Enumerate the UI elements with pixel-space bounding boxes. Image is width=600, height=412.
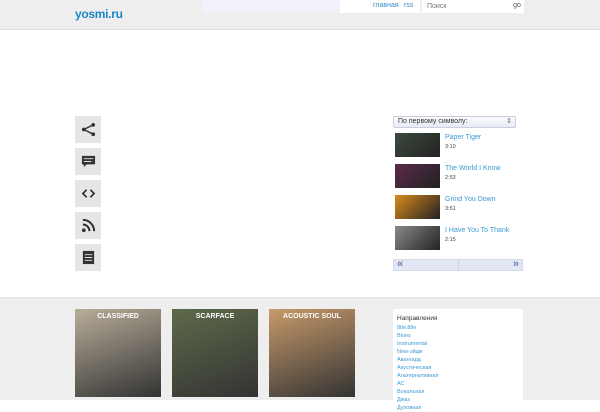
album-cover[interactable]: ACOUSTIC SOUL [269, 309, 355, 397]
comment-button[interactable] [75, 148, 101, 175]
track-item[interactable]: Paper Tiger 3:10 [393, 133, 516, 159]
share-icon [81, 122, 95, 137]
top-nav: главная rss [340, 0, 420, 13]
track-thumbnail[interactable] [395, 133, 440, 157]
album-cover-title: SCARFACE [195, 313, 235, 320]
genre-link[interactable]: 8tle,8tle [397, 324, 519, 332]
next-page-button[interactable]: » [513, 258, 519, 270]
track-item[interactable]: I Have You To Thank 2:15 [393, 226, 516, 252]
genre-link[interactable]: Альтернативная [397, 372, 519, 380]
share-button[interactable] [75, 116, 101, 143]
prev-page-button[interactable]: « [397, 258, 403, 270]
track-thumbnail[interactable] [395, 164, 440, 188]
track-duration: 3:51 [445, 206, 456, 212]
track-duration: 2:53 [445, 175, 456, 181]
track-thumbnail[interactable] [395, 226, 440, 250]
nav-rss[interactable]: rss [404, 2, 413, 9]
genre-link[interactable]: New-эйдж [397, 348, 519, 356]
genre-link[interactable]: Blues [397, 332, 519, 340]
genre-link[interactable]: Джаз [397, 396, 519, 404]
document-icon [82, 250, 94, 265]
rss-button[interactable] [75, 212, 101, 239]
footer-section: CLASSIFIED SCARFACE ACOUSTIC SOUL Направле… [0, 297, 600, 411]
comment-icon [81, 155, 95, 168]
embed-code-icon [81, 189, 95, 198]
genre-link[interactable]: Акустическая [397, 364, 519, 372]
header-banner [203, 0, 340, 13]
genre-link[interactable]: Instrumental [397, 340, 519, 348]
search-input[interactable] [422, 0, 510, 13]
nav-home[interactable]: главная [373, 2, 399, 9]
search-go-button[interactable]: go [510, 0, 524, 13]
album-cover-title: ACOUSTIC SOUL [283, 313, 341, 320]
track-title[interactable]: The World I Know [445, 165, 501, 172]
track-item[interactable]: The World I Know 2:53 [393, 164, 516, 190]
album-cover[interactable]: CLASSIFIED [75, 309, 161, 397]
logo[interactable]: yosmi.ru [75, 7, 123, 21]
pager-divider [458, 260, 459, 270]
genre-link[interactable]: Вокальная [397, 388, 519, 396]
embed-button[interactable] [75, 180, 101, 207]
header: yosmi.ru главная rss go [0, 0, 600, 30]
track-duration: 3:10 [445, 144, 456, 150]
album-cover[interactable]: SCARFACE [172, 309, 258, 397]
playlist-pager: « » [393, 258, 523, 271]
genre-link[interactable]: Духовная [397, 404, 519, 412]
share-toolbar [75, 116, 101, 276]
track-item[interactable]: Grind You Down 3:51 [393, 195, 516, 221]
album-cover-title: CLASSIFIED [97, 313, 139, 320]
genre-link[interactable]: АС [397, 380, 519, 388]
track-title[interactable]: Paper Tiger [445, 134, 481, 141]
genre-link[interactable]: Авангард [397, 356, 519, 364]
genres-title: Направления [397, 315, 438, 322]
sort-select-label: По первому символу: [398, 118, 468, 125]
select-arrows-icon: ⇕ [506, 118, 512, 125]
sort-select[interactable]: По первому символу: ⇕ [393, 116, 516, 128]
genres-panel: Направления 8tle,8tle Blues Instrumental Ne… [393, 309, 523, 411]
track-title[interactable]: I Have You To Thank [445, 227, 509, 234]
rss-icon [81, 218, 95, 233]
track-title[interactable]: Grind You Down [445, 196, 496, 203]
playlist: По первому символу: ⇕ Paper Tiger 3:10 Th… [393, 116, 516, 252]
track-thumbnail[interactable] [395, 195, 440, 219]
track-duration: 2:15 [445, 237, 456, 243]
document-button[interactable] [75, 244, 101, 271]
